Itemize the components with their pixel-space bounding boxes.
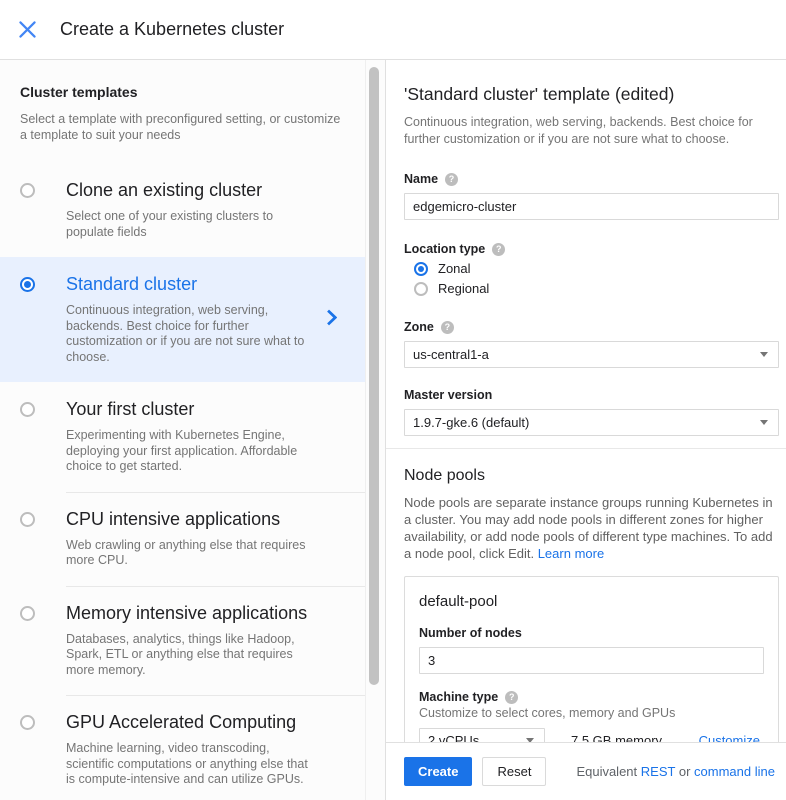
template-item-gpu-accelerated[interactable]: GPU Accelerated Computing Machine learni… <box>0 695 365 800</box>
radio-cpu-intensive[interactable] <box>20 512 35 527</box>
regional-label: Regional <box>438 281 489 296</box>
number-of-nodes-label: Number of nodes <box>419 626 522 640</box>
zone-selected-value: us-central1-a <box>413 347 489 362</box>
create-kubernetes-cluster-dialog: Create a Kubernetes cluster Cluster temp… <box>0 0 786 800</box>
template-item-standard-cluster[interactable]: Standard cluster Continuous integration,… <box>0 257 365 382</box>
template-item-title: GPU Accelerated Computing <box>66 712 331 733</box>
template-item-description: Select one of your existing clusters to … <box>66 209 318 240</box>
template-item-title: Your first cluster <box>66 399 331 420</box>
zonal-label: Zonal <box>438 261 471 276</box>
radio-clone-existing[interactable] <box>20 183 35 198</box>
template-item-description: Continuous integration, web serving, bac… <box>66 303 318 365</box>
location-option-zonal[interactable]: Zonal <box>404 261 779 276</box>
template-item-description: Web crawling or anything else that requi… <box>66 538 318 569</box>
zone-select[interactable]: us-central1-a <box>404 341 779 368</box>
caret-down-icon <box>760 352 768 357</box>
template-form: 'Standard cluster' template (edited) Con… <box>386 60 786 742</box>
form-description: Continuous integration, web serving, bac… <box>404 114 779 148</box>
caret-down-icon <box>760 420 768 425</box>
location-type-group: Location type ? Zonal Regional <box>404 242 779 296</box>
command-line-link[interactable]: command line <box>694 764 775 779</box>
template-item-description: Machine learning, video transcoding, sci… <box>66 741 318 788</box>
learn-more-link[interactable]: Learn more <box>538 546 604 561</box>
pool-name: default-pool <box>419 593 764 610</box>
help-icon[interactable]: ? <box>441 321 454 334</box>
template-item-description: Experimenting with Kubernetes Engine, de… <box>66 428 318 475</box>
default-pool-card: default-pool Number of nodes Machine typ… <box>404 576 779 742</box>
template-item-memory-intensive[interactable]: Memory intensive applications Databases,… <box>0 586 365 696</box>
location-option-regional[interactable]: Regional <box>404 281 779 296</box>
radio-gpu-accelerated[interactable] <box>20 715 35 730</box>
master-version-selected-value: 1.9.7-gke.6 (default) <box>413 415 529 430</box>
node-pools-description: Node pools are separate instance groups … <box>404 494 779 562</box>
machine-type-hint: Customize to select cores, memory and GP… <box>419 706 764 720</box>
cluster-name-input[interactable] <box>404 193 779 220</box>
close-icon <box>19 21 36 38</box>
machine-type-selected-value: 2 vCPUs <box>428 733 479 743</box>
help-icon[interactable]: ? <box>492 243 505 256</box>
template-form-panel: 'Standard cluster' template (edited) Con… <box>385 60 786 800</box>
reset-button[interactable]: Reset <box>482 757 546 786</box>
dialog-header: Create a Kubernetes cluster <box>0 0 786 60</box>
customize-link[interactable]: Customize <box>699 733 760 743</box>
number-of-nodes-input[interactable] <box>419 647 764 674</box>
master-version-label: Master version <box>404 388 492 402</box>
or-text: or <box>679 764 691 779</box>
radio-memory-intensive[interactable] <box>20 606 35 621</box>
template-item-cpu-intensive[interactable]: CPU intensive applications Web crawling … <box>0 492 365 586</box>
radio-standard-cluster[interactable] <box>20 277 35 292</box>
zone-label: Zone <box>404 320 434 334</box>
name-field-group: Name ? <box>404 172 779 220</box>
location-type-label: Location type <box>404 242 485 256</box>
templates-subheading: Select a template with preconfigured set… <box>20 112 345 143</box>
template-item-title: Clone an existing cluster <box>66 180 331 201</box>
template-item-title: Memory intensive applications <box>66 603 331 624</box>
master-version-select[interactable]: 1.9.7-gke.6 (default) <box>404 409 779 436</box>
memory-value: 7.5 GB memory <box>571 733 662 743</box>
create-button[interactable]: Create <box>404 757 472 786</box>
rest-link[interactable]: REST <box>641 764 675 779</box>
section-divider <box>386 448 786 449</box>
page-title: Create a Kubernetes cluster <box>60 19 284 40</box>
template-item-your-first-cluster[interactable]: Your first cluster Experimenting with Ku… <box>0 382 365 492</box>
left-panel-scrollbar[interactable] <box>369 67 379 685</box>
master-version-group: Master version 1.9.7-gke.6 (default) <box>404 388 779 436</box>
form-heading: 'Standard cluster' template (edited) <box>404 84 779 105</box>
footer-actions: Create Reset Equivalent REST or command … <box>386 742 786 800</box>
help-icon[interactable]: ? <box>445 173 458 186</box>
equivalent-prefix: Equivalent <box>576 764 637 779</box>
template-item-title: Standard cluster <box>66 274 331 295</box>
node-pools-heading: Node pools <box>404 467 779 485</box>
machine-type-group: Machine type ? Customize to select cores… <box>419 690 764 742</box>
template-item-clone-existing[interactable]: Clone an existing cluster Select one of … <box>0 163 365 257</box>
cluster-templates-panel: Cluster templates Select a template with… <box>0 60 385 800</box>
zone-field-group: Zone ? us-central1-a <box>404 320 779 368</box>
name-label: Name <box>404 172 438 186</box>
close-button[interactable] <box>18 21 36 39</box>
radio-your-first-cluster[interactable] <box>20 402 35 417</box>
help-icon[interactable]: ? <box>505 691 518 704</box>
number-of-nodes-group: Number of nodes <box>419 626 764 674</box>
machine-type-select[interactable]: 2 vCPUs <box>419 728 545 742</box>
template-item-title: CPU intensive applications <box>66 509 331 530</box>
templates-heading: Cluster templates <box>20 84 345 100</box>
equivalent-text: Equivalent REST or command line <box>576 764 775 779</box>
chevron-right-icon <box>326 309 337 331</box>
machine-type-label: Machine type <box>419 690 498 704</box>
radio-regional[interactable] <box>414 282 428 296</box>
templates-intro: Cluster templates Select a template with… <box>0 60 365 163</box>
template-item-description: Databases, analytics, things like Hadoop… <box>66 632 318 679</box>
radio-zonal[interactable] <box>414 262 428 276</box>
